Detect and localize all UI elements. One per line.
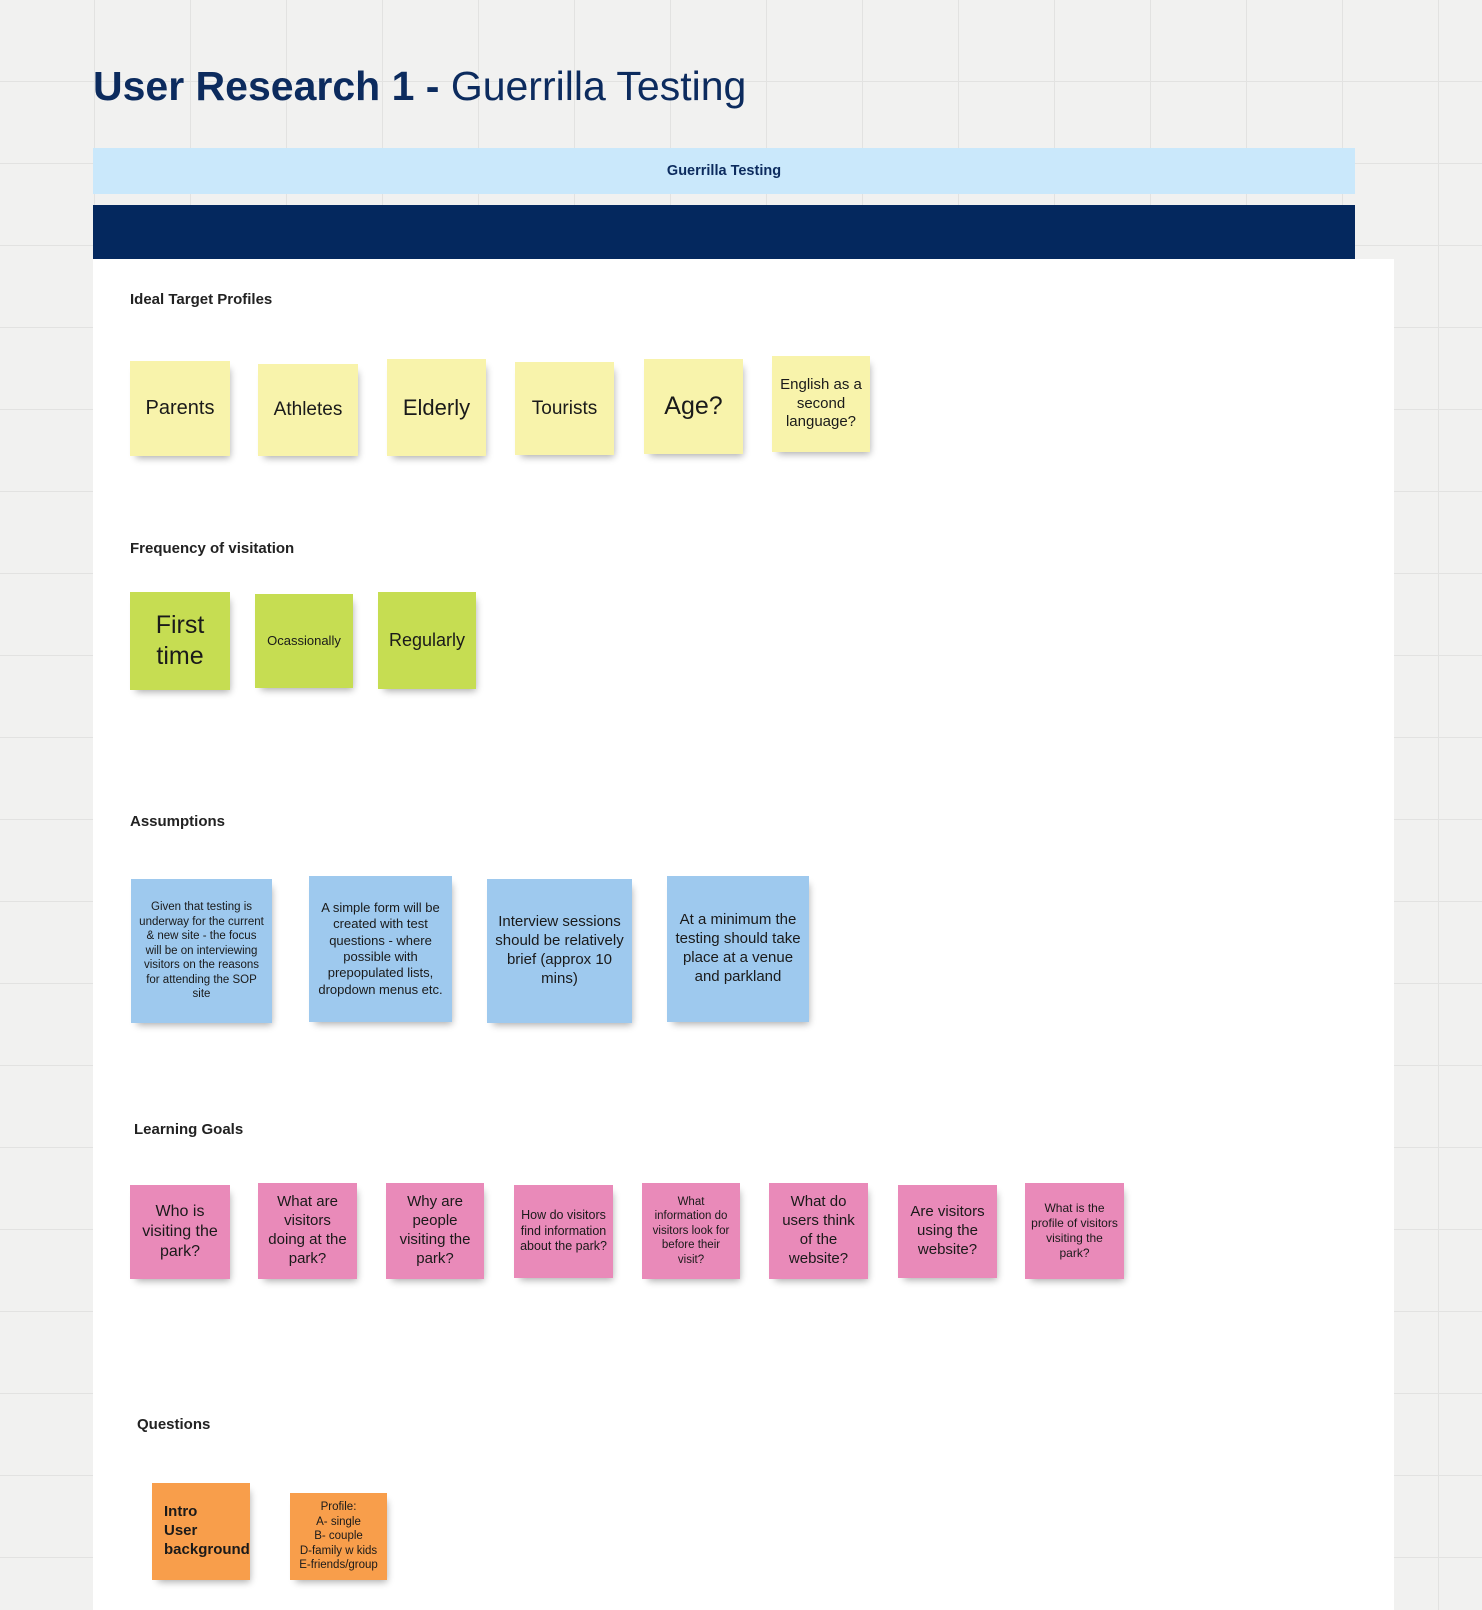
sticky-note-text: What do users think of the website? bbox=[782, 1193, 855, 1267]
sticky-note[interactable]: At a minimum the testing should take pla… bbox=[667, 876, 809, 1022]
section-heading-questions: Questions bbox=[137, 1416, 211, 1433]
sticky-note[interactable]: What is the profile of visitors visiting… bbox=[1025, 1183, 1124, 1279]
sticky-note[interactable]: Tourists bbox=[515, 362, 614, 455]
sticky-note-text: English as a second language? bbox=[780, 375, 862, 431]
page-title: User Research 1 - Guerrilla Testing bbox=[93, 57, 746, 115]
page-title-light: Guerrilla Testing bbox=[450, 63, 747, 109]
sticky-note[interactable]: Regularly bbox=[378, 592, 476, 689]
sticky-note[interactable]: Given that testing is underway for the c… bbox=[131, 879, 272, 1023]
sticky-note-text: Why are people visiting the park? bbox=[399, 1193, 471, 1267]
sticky-note[interactable]: Why are people visiting the park? bbox=[386, 1183, 484, 1279]
section-heading-assumptions: Assumptions bbox=[130, 813, 226, 830]
sticky-note[interactable]: Intro User background bbox=[152, 1483, 250, 1580]
sticky-note-text: Profile: A- single B- couple D-family w … bbox=[299, 1501, 378, 1572]
sticky-note-text: A simple form will be created with test … bbox=[318, 899, 443, 997]
board-content-area: Ideal Target Profiles Parents Athletes E… bbox=[93, 259, 1394, 1610]
sticky-note-text: Elderly bbox=[402, 394, 471, 420]
sticky-note[interactable]: Who is visiting the park? bbox=[130, 1185, 230, 1279]
sticky-note-text: Athletes bbox=[273, 399, 343, 421]
sticky-note[interactable]: English as a second language? bbox=[772, 356, 870, 452]
sheet-title-label: Guerrilla Testing bbox=[666, 163, 782, 179]
sticky-note-text: Tourists bbox=[531, 397, 598, 419]
sticky-note[interactable]: Athletes bbox=[258, 364, 358, 456]
page-title-strong: User Research 1 - bbox=[93, 63, 451, 109]
sticky-note[interactable]: Elderly bbox=[387, 359, 486, 456]
sticky-note-text: Intro User background bbox=[164, 1503, 250, 1558]
sticky-note-text: Age? bbox=[664, 391, 723, 420]
sticky-note[interactable]: A simple form will be created with test … bbox=[309, 876, 452, 1022]
sheet-title-bar: Guerrilla Testing bbox=[93, 148, 1355, 194]
sticky-note-text: Are visitors using the website? bbox=[910, 1203, 985, 1258]
sticky-note-text: First time bbox=[155, 610, 205, 671]
navy-header-banner bbox=[93, 205, 1355, 259]
sticky-note[interactable]: Age? bbox=[644, 359, 743, 454]
sticky-note-text: How do visitors find information about t… bbox=[520, 1207, 607, 1254]
sticky-note-text: What information do visitors look for be… bbox=[652, 1195, 730, 1266]
sticky-note-text: Parents bbox=[145, 396, 215, 419]
sticky-note[interactable]: What are visitors doing at the park? bbox=[258, 1183, 357, 1279]
sticky-note[interactable]: Parents bbox=[130, 361, 230, 456]
sticky-note[interactable]: Are visitors using the website? bbox=[898, 1185, 997, 1278]
sticky-note[interactable]: What information do visitors look for be… bbox=[642, 1183, 740, 1279]
sticky-note[interactable]: Ocassionally bbox=[255, 594, 353, 688]
sticky-note-text: What is the profile of visitors visiting… bbox=[1031, 1200, 1118, 1261]
section-heading-learning-goals: Learning Goals bbox=[134, 1121, 244, 1138]
sticky-note[interactable]: Profile: A- single B- couple D-family w … bbox=[290, 1493, 387, 1580]
section-heading-frequency-of-visitation: Frequency of visitation bbox=[130, 540, 295, 557]
sticky-note-text: Ocassionally bbox=[267, 632, 341, 648]
sticky-note-text: Who is visiting the park? bbox=[142, 1202, 218, 1261]
sticky-note[interactable]: What do users think of the website? bbox=[769, 1183, 868, 1279]
whiteboard-canvas: User Research 1 - Guerrilla Testing Guer… bbox=[0, 0, 1482, 1610]
section-heading-ideal-target-profiles: Ideal Target Profiles bbox=[130, 291, 273, 308]
sticky-note-text: Regularly bbox=[388, 630, 466, 651]
sticky-note[interactable]: Interview sessions should be relatively … bbox=[487, 879, 632, 1023]
sticky-note-text: At a minimum the testing should take pla… bbox=[675, 911, 801, 985]
sticky-note-text: What are visitors doing at the park? bbox=[268, 1193, 347, 1267]
sticky-note[interactable]: First time bbox=[130, 592, 230, 690]
sticky-note-text: Given that testing is underway for the c… bbox=[139, 901, 264, 1001]
sticky-note-text: Interview sessions should be relatively … bbox=[495, 913, 624, 987]
sticky-note[interactable]: How do visitors find information about t… bbox=[514, 1185, 613, 1278]
